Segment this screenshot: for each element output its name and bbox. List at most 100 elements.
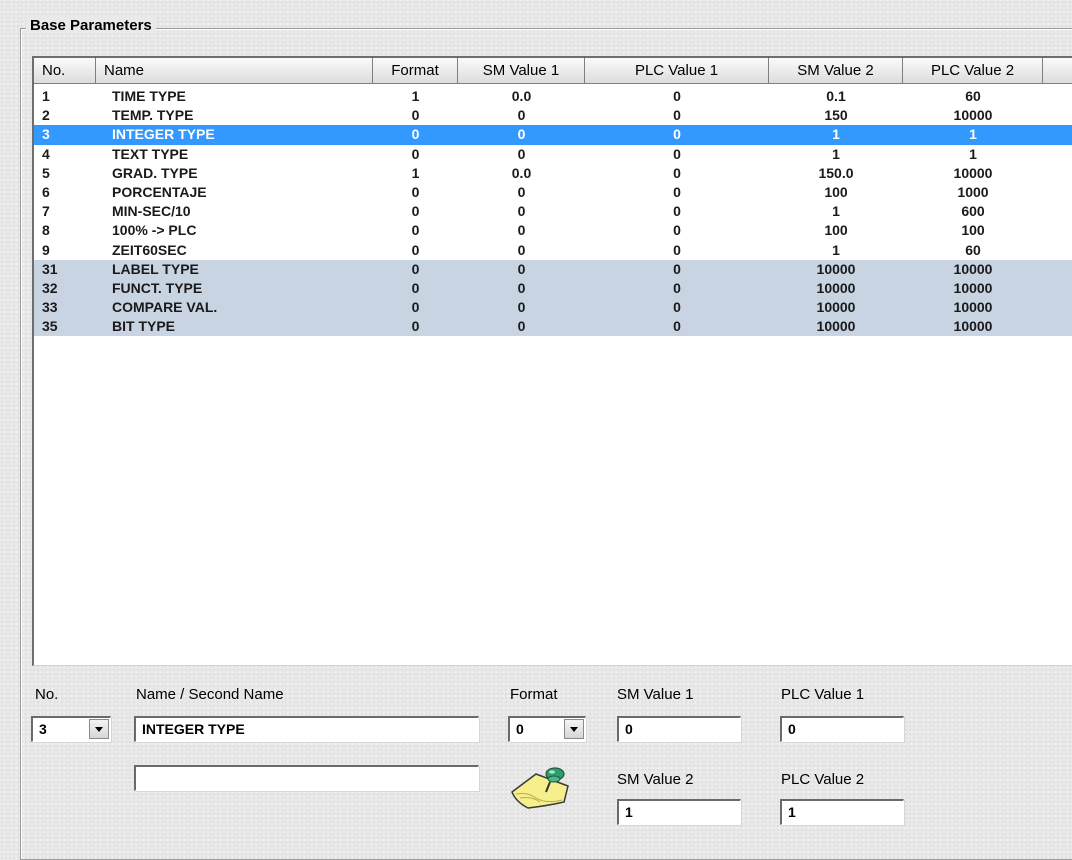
plc-value-2-field[interactable]: 1: [780, 799, 904, 825]
cell-no: 5: [42, 164, 50, 181]
cell-format: 0: [411, 107, 420, 124]
cell-sm2: 1: [832, 241, 840, 258]
cell-plc1: 0: [673, 88, 681, 104]
format-select[interactable]: 0: [508, 716, 586, 742]
cell-sm2: 100: [824, 222, 848, 239]
table-row[interactable]: 5 GRAD. TYPE 1 0.0 0 150.0 10000: [34, 163, 1072, 183]
pushpin-note-icon[interactable]: [506, 762, 576, 810]
cell-plc1: 0: [673, 222, 681, 239]
cell-no: 3: [42, 126, 50, 143]
editor-plc-value-1-label: PLC Value 1: [781, 686, 865, 703]
cell-plc2: 10000: [953, 299, 993, 316]
cell-sm1: 0.0: [511, 164, 532, 181]
parameters-list[interactable]: No. Name Format SM Value 1 PLC Value 1 S…: [32, 56, 1072, 666]
no-dropdown-chevron-down-icon[interactable]: [89, 719, 109, 739]
column-header-name[interactable]: Name: [96, 58, 373, 84]
cell-name: TEXT TYPE: [112, 145, 189, 162]
editor-no-label: No.: [35, 686, 59, 703]
table-row[interactable]: 33 COMPARE VAL. 0 0 0 10000 10000: [34, 298, 1072, 318]
cell-sm2: 10000: [816, 318, 856, 335]
editor-sm-value-2-label: SM Value 2: [617, 771, 694, 788]
table-row[interactable]: 7 MIN-SEC/10 0 0 0 1 600: [34, 202, 1072, 222]
name-field-value: INTEGER TYPE: [142, 721, 245, 737]
cell-format: 0: [411, 241, 420, 258]
sm-value-1-field-value: 0: [625, 721, 633, 737]
cell-sm1: 0: [517, 279, 526, 296]
no-select[interactable]: 3: [31, 716, 111, 742]
cell-format: 0: [411, 299, 420, 316]
cell-plc2: 600: [961, 203, 985, 220]
cell-sm1: 0: [517, 241, 526, 258]
table-row[interactable]: 4 TEXT TYPE 0 0 0 1 1: [34, 144, 1072, 164]
cell-plc1: 0: [673, 145, 681, 162]
column-header-format[interactable]: Format: [373, 58, 458, 84]
cell-sm1: 0: [517, 107, 526, 124]
cell-no: 31: [42, 260, 58, 277]
cell-format: 0: [411, 279, 420, 296]
cell-plc2: 60: [965, 241, 981, 258]
cell-no: 8: [42, 222, 50, 239]
cell-sm1: 0.0: [511, 88, 532, 104]
editor-format-label: Format: [510, 686, 558, 703]
cell-name: ZEIT60SEC: [112, 241, 187, 258]
cell-sm1: 0: [517, 183, 526, 200]
cell-sm1: 0: [517, 299, 526, 316]
table-row[interactable]: 31 LABEL TYPE 0 0 0 10000 10000: [34, 259, 1072, 279]
cell-sm2: 1: [832, 126, 840, 143]
cell-format: 0: [411, 203, 420, 220]
cell-sm2: 10000: [816, 299, 856, 316]
cell-name: LABEL TYPE: [112, 260, 199, 277]
cell-plc2: 100: [961, 222, 985, 239]
cell-sm1: 0: [517, 222, 526, 239]
cell-plc1: 0: [673, 299, 681, 316]
cell-format: 1: [411, 164, 420, 181]
cell-sm2: 150: [824, 107, 848, 124]
cell-no: 1: [42, 88, 50, 104]
cell-name: PORCENTAJE: [112, 183, 207, 200]
table-row[interactable]: 3 INTEGER TYPE 0 0 0 1 1: [34, 125, 1072, 145]
cell-no: 7: [42, 203, 50, 220]
table-row[interactable]: 1 TIME TYPE 1 0.0 0 0.1 60: [34, 87, 1072, 107]
column-header-plc-value-2[interactable]: PLC Value 2: [903, 58, 1043, 84]
cell-name: INTEGER TYPE: [112, 126, 215, 143]
cell-plc2: 1: [969, 126, 977, 143]
column-header-plc-value-1[interactable]: PLC Value 1: [585, 58, 769, 84]
table-row[interactable]: 35 BIT TYPE 0 0 0 10000 10000: [34, 317, 1072, 337]
format-dropdown-chevron-down-icon[interactable]: [564, 719, 584, 739]
name-field[interactable]: INTEGER TYPE: [134, 716, 479, 742]
cell-format: 0: [411, 318, 420, 335]
cell-format: 0: [411, 183, 420, 200]
table-row[interactable]: 2 TEMP. TYPE 0 0 0 150 10000: [34, 106, 1072, 126]
cell-name: COMPARE VAL.: [112, 299, 218, 316]
cell-plc2: 10000: [953, 279, 993, 296]
cell-plc1: 0: [673, 164, 681, 181]
cell-plc1: 0: [673, 203, 681, 220]
cell-name: MIN-SEC/10: [112, 203, 191, 220]
table-row[interactable]: 9 ZEIT60SEC 0 0 0 1 60: [34, 240, 1072, 260]
cell-name: FUNCT. TYPE: [112, 279, 203, 296]
sm-value-2-field[interactable]: 1: [617, 799, 741, 825]
plc-value-1-field[interactable]: 0: [780, 716, 904, 742]
cell-no: 2: [42, 107, 50, 124]
cell-plc2: 10000: [953, 260, 993, 277]
table-row[interactable]: 6 PORCENTAJE 0 0 0 100 1000: [34, 182, 1072, 203]
column-header-no[interactable]: No.: [34, 58, 96, 84]
table-row[interactable]: 8 100% -> PLC 0 0 0 100 100: [34, 221, 1072, 241]
second-name-field[interactable]: [134, 765, 479, 791]
cell-plc1: 0: [673, 183, 681, 200]
cell-no: 6: [42, 183, 50, 200]
cell-no: 32: [42, 279, 58, 296]
sm-value-2-field-value: 1: [625, 804, 633, 820]
column-header-sm-value-2[interactable]: SM Value 2: [769, 58, 903, 84]
column-header-sm-value-1[interactable]: SM Value 1: [458, 58, 585, 84]
table-row[interactable]: 32 FUNCT. TYPE 0 0 0 10000 10000: [34, 278, 1072, 299]
cell-plc2: 60: [965, 88, 981, 104]
cell-format: 1: [411, 88, 420, 104]
sm-value-1-field[interactable]: 0: [617, 716, 741, 742]
plc-value-2-field-value: 1: [788, 804, 796, 820]
cell-plc1: 0: [673, 260, 681, 277]
cell-sm1: 0: [517, 260, 526, 277]
cell-name: 100% -> PLC: [112, 222, 197, 239]
editor-sm-value-1-label: SM Value 1: [617, 686, 694, 703]
cell-format: 0: [411, 260, 420, 277]
